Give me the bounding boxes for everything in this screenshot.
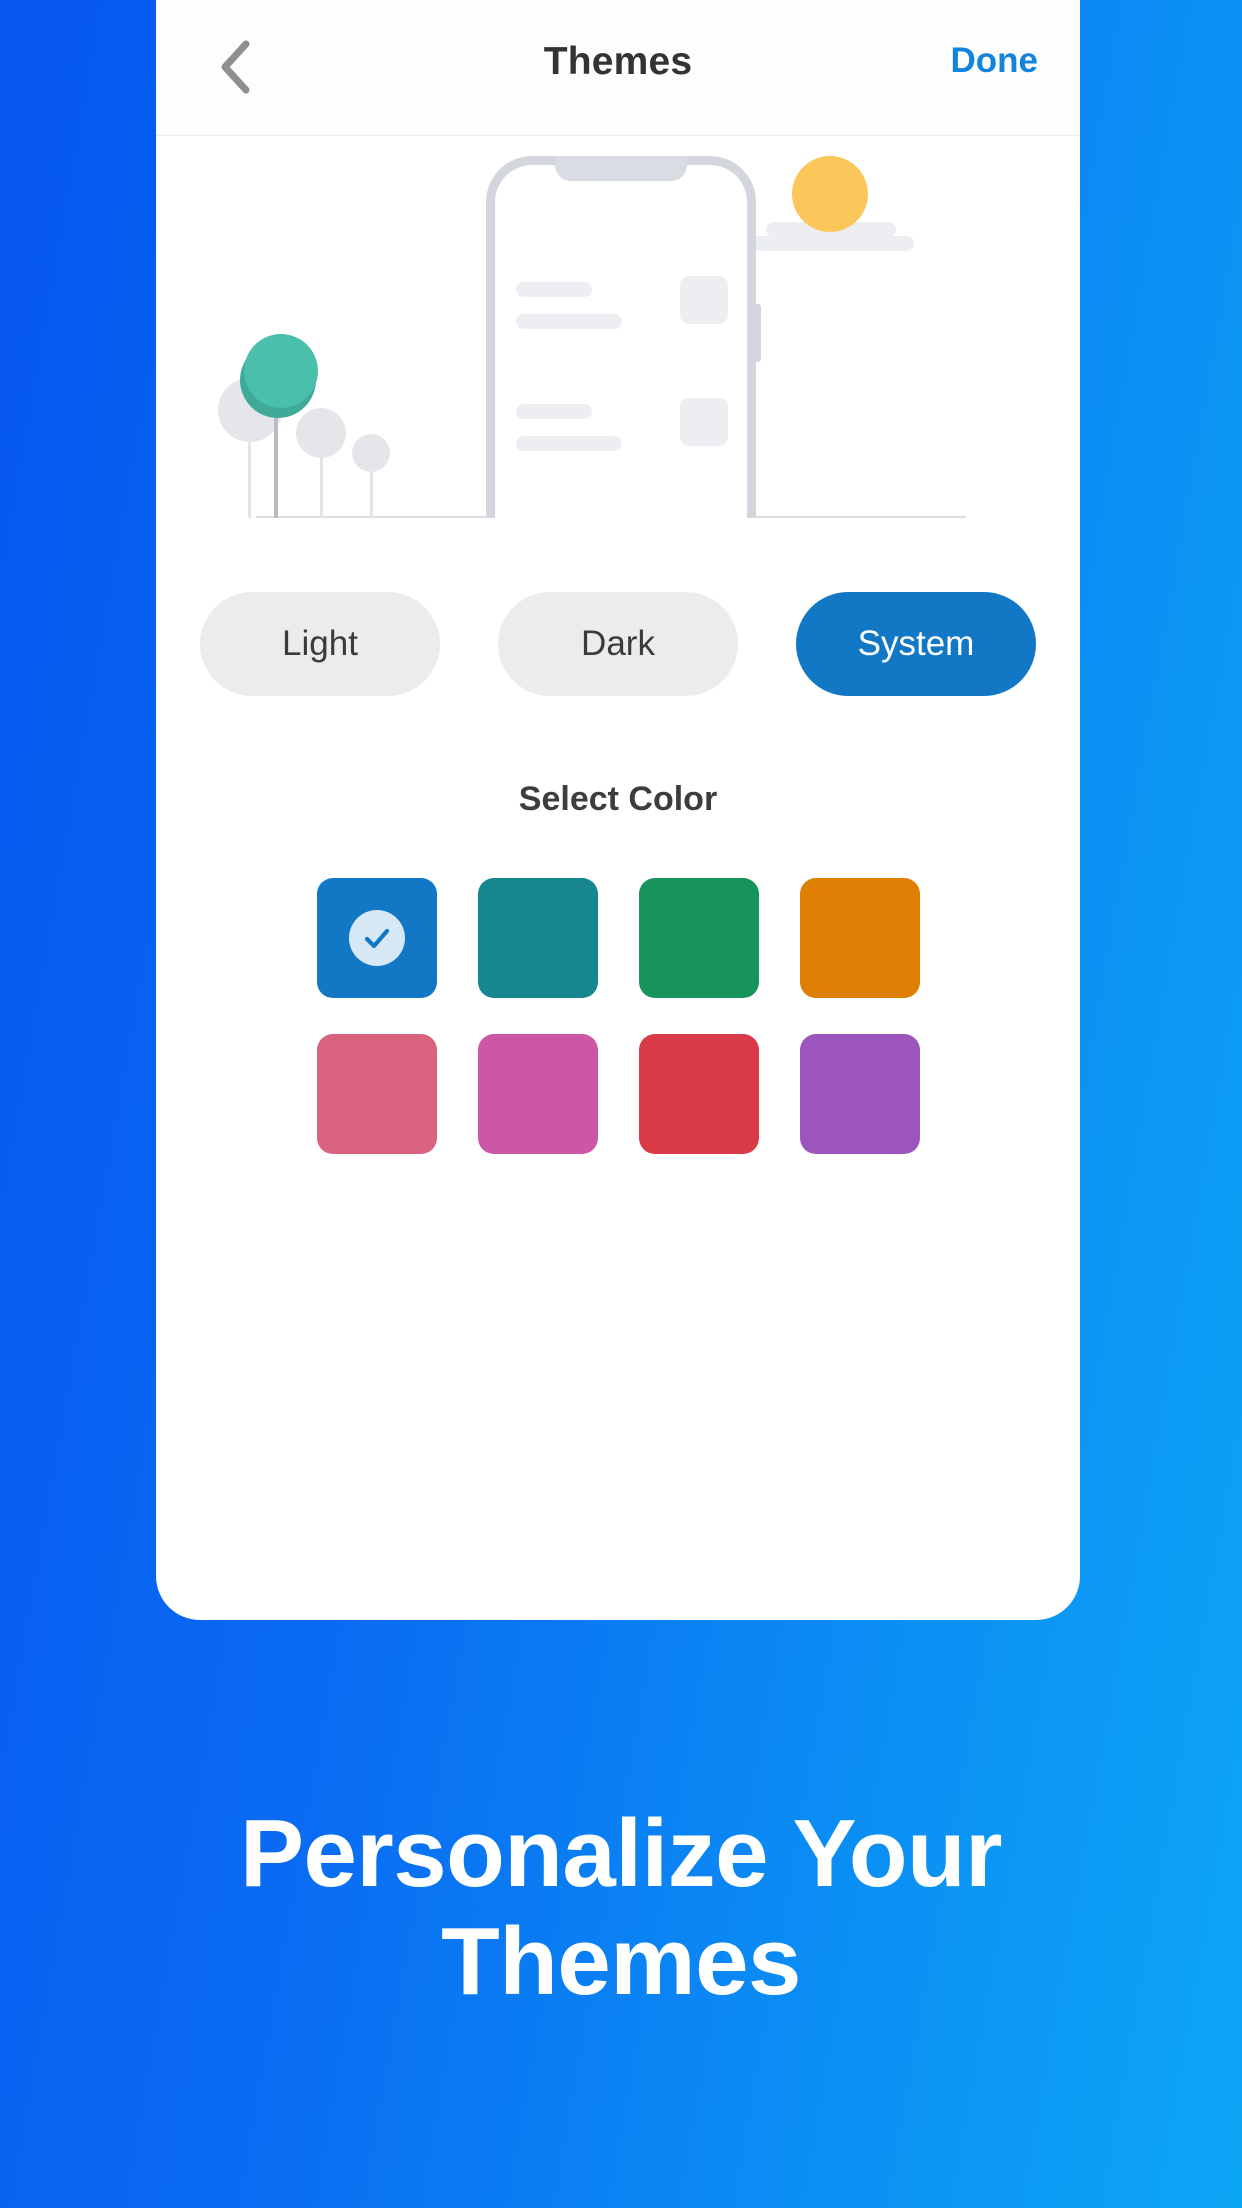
phone-content-row: [516, 398, 728, 451]
done-button[interactable]: Done: [951, 41, 1039, 81]
color-swatch-red[interactable]: [638, 1034, 759, 1154]
caption-line-2: Themes: [441, 1907, 801, 2015]
color-swatch-purple[interactable]: [799, 1034, 920, 1154]
cloud-shape: [868, 236, 914, 251]
sun-icon: [792, 156, 868, 232]
placeholder-thumbnail: [680, 398, 728, 446]
color-swatch-teal[interactable]: [477, 878, 598, 998]
placeholder-bar: [516, 436, 622, 451]
tree-trunk: [370, 464, 373, 518]
page-title: Themes: [543, 40, 693, 83]
caption-line-1: Personalize Your: [239, 1800, 1003, 1907]
phone-frame: [486, 156, 756, 518]
cloud-shape: [736, 236, 884, 251]
sun-and-clouds-group: [728, 148, 928, 258]
mode-button-system[interactable]: System: [796, 592, 1036, 696]
nav-header: Themes Done: [156, 0, 1080, 136]
phone-mockup: [486, 156, 761, 518]
themes-screen-card: Themes Done Light Dark System Select Col…: [156, 0, 1080, 1620]
phone-content-row: [516, 276, 728, 329]
check-icon: [348, 910, 405, 966]
tree-foliage-main: [244, 334, 318, 408]
tree-trunk: [320, 448, 323, 518]
tree-foliage-gray: [296, 408, 346, 458]
tree-foliage-gray: [352, 434, 390, 472]
mode-button-dark[interactable]: Dark: [498, 592, 738, 696]
phone-side-button: [756, 304, 761, 362]
placeholder-thumbnail: [680, 276, 728, 324]
phone-notch: [555, 156, 687, 181]
color-swatch-orange[interactable]: [799, 878, 920, 998]
mode-button-light[interactable]: Light: [200, 592, 440, 696]
placeholder-bar: [516, 282, 592, 297]
placeholder-bar: [516, 404, 592, 419]
color-swatch-green[interactable]: [638, 878, 759, 998]
placeholder-bar: [516, 314, 622, 329]
theme-illustration: [156, 138, 1080, 558]
color-swatch-grid: [156, 878, 1080, 1154]
color-swatch-magenta[interactable]: [477, 1034, 598, 1154]
tree-trunk: [248, 430, 251, 518]
select-color-heading: Select Color: [518, 780, 718, 818]
tree-group: [204, 328, 404, 518]
color-swatch-blue[interactable]: [316, 878, 437, 998]
color-swatch-rose[interactable]: [316, 1034, 437, 1154]
promo-caption: Personalize Your Themes: [0, 1800, 1242, 2015]
theme-mode-selector: Light Dark System: [156, 592, 1080, 696]
